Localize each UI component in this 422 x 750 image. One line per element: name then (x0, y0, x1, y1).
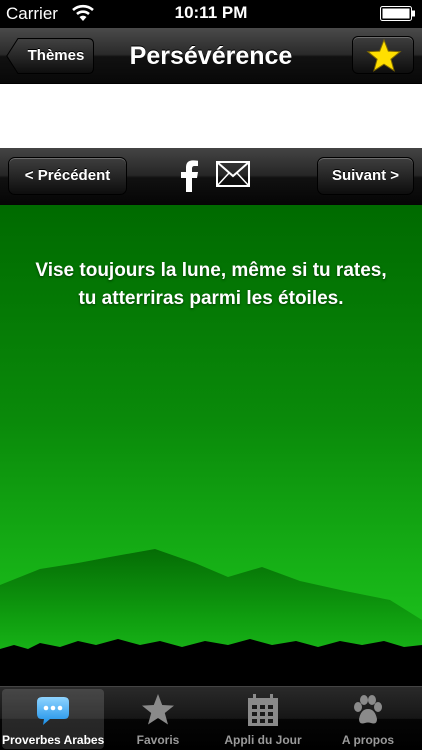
tab-favoris[interactable]: Favoris (107, 689, 209, 749)
toolbar: < Précédent Suivant > (0, 148, 422, 205)
status-bar: Carrier 10:11 PM (0, 0, 422, 28)
status-time: 10:11 PM (174, 3, 248, 22)
tab-proverbes-arabes[interactable]: Proverbes Arabes (2, 689, 104, 749)
back-button-label: Thèmes (27, 47, 85, 64)
speech-bubble-icon (37, 697, 69, 725)
quote-text: Vise toujours la lune, même si tu rates,… (10, 257, 412, 313)
next-button[interactable]: Suivant > (317, 157, 414, 195)
star-icon (142, 694, 174, 725)
battery-icon (380, 6, 415, 21)
page-title: Persévérence (129, 42, 293, 70)
tab-bar: Proverbes Arabes Favoris Appli du Jour A… (0, 686, 422, 750)
previous-button[interactable]: < Précédent (8, 157, 127, 195)
tab-label: Favoris (136, 733, 180, 747)
tab-appli-du-jour[interactable]: Appli du Jour (212, 689, 314, 749)
tab-label: A propos (341, 733, 395, 747)
paw-icon (354, 695, 382, 724)
tab-a-propos[interactable]: A propos (317, 689, 419, 749)
tab-label: Appli du Jour (224, 733, 302, 747)
facebook-icon[interactable] (178, 160, 200, 192)
back-button[interactable]: Thèmes (6, 38, 94, 74)
quote-line: tu atterriras parmi les étoiles. (78, 288, 344, 309)
quote-panel: Vise toujours la lune, même si tu rates,… (0, 205, 422, 686)
quote-line: Vise toujours la lune, même si tu rates, (35, 260, 387, 281)
mail-icon[interactable] (216, 161, 250, 187)
star-icon (366, 38, 402, 72)
calendar-icon (248, 694, 278, 726)
banner-area (0, 84, 422, 148)
navigation-bar: Thèmes Persévérence (0, 28, 422, 84)
tab-label: Proverbes Arabes (2, 733, 105, 747)
favorite-button[interactable] (352, 36, 414, 74)
